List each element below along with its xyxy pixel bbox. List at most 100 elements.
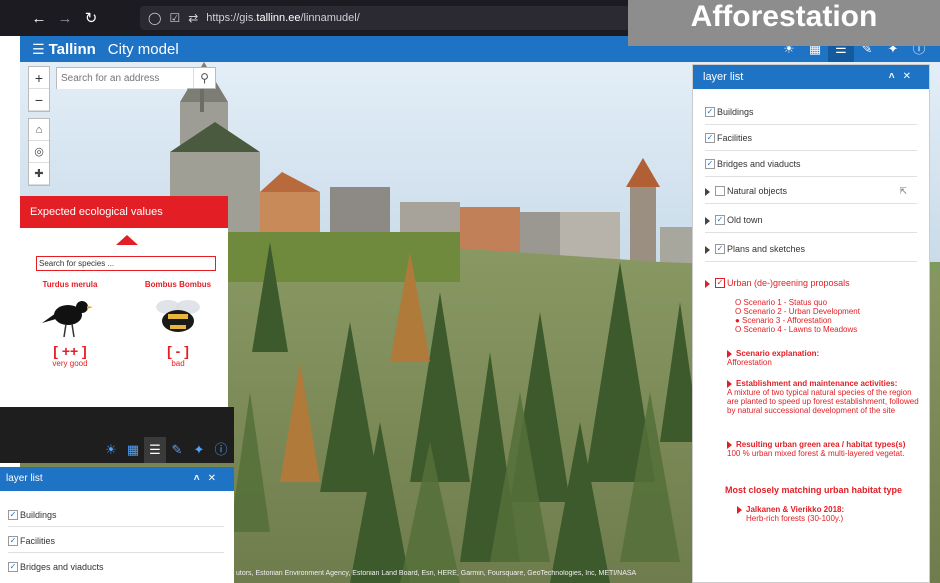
daylight-icon[interactable]: ☀	[100, 437, 122, 463]
checkbox[interactable]: ✓	[715, 277, 725, 288]
location-icon[interactable]: ✦	[188, 437, 210, 463]
bumblebee-icon	[138, 289, 218, 343]
expand-arrow-icon[interactable]	[705, 187, 710, 196]
layer-item-plans[interactable]: ✓ Plans and sketches	[705, 238, 917, 262]
checkbox[interactable]: ✓	[705, 158, 715, 169]
layer-label: Buildings	[717, 107, 754, 117]
back-icon[interactable]: ←	[26, 10, 52, 27]
scenario-explanation: Scenario explanation: Afforestation	[727, 349, 820, 367]
expand-arrow-icon[interactable]	[705, 245, 710, 254]
city-logo-icon: ☰	[32, 40, 45, 57]
checkbox[interactable]: ✓	[8, 561, 18, 572]
search-icon[interactable]: ⚲	[193, 68, 215, 88]
checkbox[interactable]: ✓	[705, 106, 715, 117]
scenario-option[interactable]: O Scenario 1 - Status quo	[735, 298, 827, 307]
secondary-layer-list: ✓ Buildings ✓ Facilities ✓ Bridges and viad…	[0, 491, 234, 583]
shield-icon: ◯	[148, 11, 162, 25]
expand-arrow-icon[interactable]	[737, 505, 742, 514]
collapse-icon[interactable]: ˄	[889, 71, 903, 82]
zoom-in-button[interactable]: +	[29, 67, 49, 89]
expand-arrow-icon[interactable]	[705, 279, 710, 288]
layers-icon[interactable]: ☰	[144, 437, 166, 463]
measure-icon[interactable]: ✎	[166, 437, 188, 463]
basemap-gallery-icon[interactable]: ▦	[122, 437, 144, 463]
layer-item-buildings[interactable]: ✓ Buildings	[8, 503, 224, 527]
close-icon[interactable]: ✕	[903, 71, 919, 82]
species-name: Bombus Bombus	[144, 280, 212, 289]
checkbox[interactable]: ✓	[8, 535, 18, 546]
establishment-activities: Establishment and maintenance activities…	[727, 379, 919, 415]
checkbox[interactable]: ✓	[715, 243, 725, 254]
checkbox[interactable]: ✓	[715, 214, 725, 225]
eco-panel-title: Expected ecological values	[20, 196, 228, 228]
layer-list-title: layer list	[703, 71, 744, 83]
layer-list-panel: layer list ˄✕ ✓ Buildings ✓ Facilities ✓ Br…	[692, 64, 930, 583]
expand-arrow-icon[interactable]	[705, 216, 710, 225]
close-icon[interactable]: ✕	[208, 473, 224, 484]
layer-label: Urban (de-)greening proposals	[727, 278, 850, 288]
species-search-input[interactable]: Search for species ...	[36, 256, 216, 271]
info-icon[interactable]: ⓘ	[210, 437, 232, 463]
layer-item-old-town[interactable]: ✓ Old town	[705, 209, 917, 233]
scenario-option[interactable]: O Scenario 2 - Urban Development	[735, 307, 860, 316]
reload-icon[interactable]: ↻	[78, 9, 104, 27]
locate-button[interactable]: ◎	[29, 141, 49, 163]
species-rating-label: bad	[171, 359, 185, 368]
layer-item-natural-objects[interactable]: Natural objects ⇱	[705, 180, 917, 204]
layer-label: Natural objects	[727, 186, 788, 196]
secondary-layer-list-header: layer list ˄✕	[0, 467, 234, 491]
checkbox[interactable]: ✓	[8, 509, 18, 520]
species-card[interactable]: Bombus Bombus [ - ] bad	[138, 280, 218, 368]
checkbox[interactable]	[715, 185, 725, 196]
address-bar[interactable]: ◯ ☑ ⇄ https://gis.tallinn.ee/linnamudel/	[140, 6, 640, 30]
pan-button[interactable]: ✚	[29, 163, 49, 185]
layer-label: Bridges and viaducts	[717, 159, 801, 169]
app-title: City model	[107, 40, 179, 58]
fullscreen-icon[interactable]: ⇱	[899, 180, 907, 202]
address-search: ⚲	[56, 67, 216, 89]
layer-label: Facilities	[20, 536, 56, 546]
address-search-input[interactable]	[57, 68, 187, 89]
habitat-type-title: Most closely matching urban habitat type	[725, 485, 903, 495]
layer-label: Plans and sketches	[727, 244, 806, 254]
species-name: Turdus merula	[42, 280, 98, 289]
habitat-type: Jalkanen & Vierikko 2018: Herb-rich fore…	[737, 505, 929, 523]
layer-item-greening-proposals[interactable]: ✓ Urban (de-)greening proposals	[705, 272, 917, 296]
species-card[interactable]: Turdus merula [ ++ ] very good	[30, 280, 110, 368]
scenario-option[interactable]: O Scenario 4 - Lawns to Meadows	[735, 325, 857, 334]
url-text: https://gis.tallinn.ee/linnamudel/	[206, 12, 360, 24]
layer-label: Old town	[727, 215, 763, 225]
zoom-controls: + −	[28, 66, 50, 112]
forward-icon[interactable]: →	[52, 10, 78, 27]
scenario-option[interactable]: ● Scenario 3 - Afforestation	[735, 316, 832, 325]
collapse-arrow-icon[interactable]	[116, 235, 138, 245]
layer-list-header: layer list ˄✕	[693, 65, 929, 89]
checkbox[interactable]: ✓	[705, 132, 715, 143]
expand-arrow-icon[interactable]	[727, 440, 732, 449]
species-rating: [ ++ ]	[53, 343, 87, 359]
resulting-habitat: Resulting urban green area / habitat typ…	[727, 440, 906, 458]
layer-label: Bridges and viaducts	[20, 562, 104, 572]
layer-item-bridges[interactable]: ✓ Bridges and viaducts	[8, 555, 224, 579]
ecological-values-panel: Expected ecological values Search for sp…	[20, 196, 228, 410]
collapse-icon[interactable]: ˄	[194, 473, 208, 484]
lock-icon: ☑	[169, 11, 181, 25]
layer-list-title: layer list	[6, 473, 43, 484]
zoom-out-button[interactable]: −	[29, 89, 49, 111]
nav-controls: ⌂ ◎ ✚	[28, 118, 50, 186]
map-attribution: utors, Estonian Environment Agency, Esto…	[236, 570, 637, 577]
layer-label: Buildings	[20, 510, 57, 520]
home-button[interactable]: ⌂	[29, 119, 49, 141]
species-rating-label: very good	[52, 359, 88, 368]
species-rating: [ - ]	[167, 343, 189, 359]
expand-arrow-icon[interactable]	[727, 349, 732, 358]
permissions-icon[interactable]: ⇄	[188, 11, 198, 25]
layer-item-facilities[interactable]: ✓ Facilities	[705, 127, 917, 151]
secondary-toolbar: ☀ ▦ ☰ ✎ ✦ ⓘ	[0, 437, 234, 463]
layer-item-buildings[interactable]: ✓ Buildings	[705, 101, 917, 125]
layer-item-bridges[interactable]: ✓ Bridges and viaducts	[705, 153, 917, 177]
blackbird-icon	[30, 289, 110, 343]
layer-label: Facilities	[717, 133, 753, 143]
expand-arrow-icon[interactable]	[727, 379, 732, 388]
layer-item-facilities[interactable]: ✓ Facilities	[8, 529, 224, 553]
